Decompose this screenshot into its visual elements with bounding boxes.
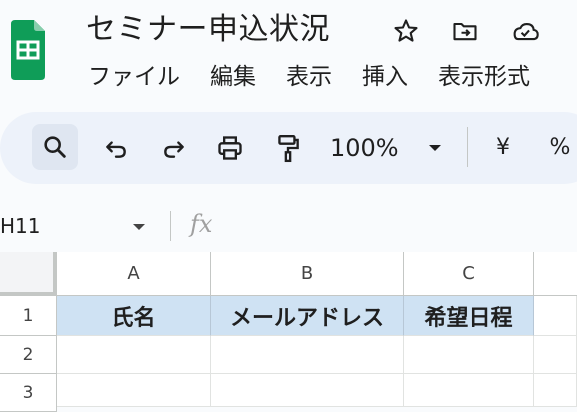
cell-d3[interactable]: [534, 374, 577, 407]
column-header-d[interactable]: [534, 252, 577, 296]
row-header-1[interactable]: 1: [0, 296, 57, 336]
percent-symbol: %: [549, 135, 571, 160]
menu-file[interactable]: ファイル: [88, 60, 180, 94]
fx-icon: fx: [190, 210, 213, 238]
menu-view[interactable]: 表示: [286, 60, 332, 94]
cloud-saved-icon[interactable]: [510, 16, 540, 46]
redo-icon: [164, 141, 184, 158]
menu-edit[interactable]: 編集: [210, 60, 256, 94]
row-header-2[interactable]: 2: [0, 336, 57, 374]
search-icon: [44, 136, 66, 158]
cell-b3[interactable]: [211, 374, 404, 407]
cell-b2[interactable]: [211, 336, 404, 374]
formula-bar-divider: [170, 211, 171, 241]
redo-button[interactable]: [158, 129, 190, 167]
menu-format[interactable]: 表示形式: [438, 60, 530, 94]
paint-format-button[interactable]: [272, 129, 304, 167]
cell-a1[interactable]: 氏名: [57, 296, 211, 336]
cell-c3[interactable]: [404, 374, 534, 407]
cell-reference: H11: [0, 214, 41, 238]
zoom-dropdown-button[interactable]: [422, 129, 448, 167]
move-to-folder-icon[interactable]: [450, 16, 480, 46]
cell-d1[interactable]: [534, 296, 577, 336]
toolbar-divider: [467, 127, 468, 167]
format-percent-button[interactable]: %: [545, 129, 575, 167]
cell-d2[interactable]: [534, 336, 577, 374]
zoom-select[interactable]: 100%: [330, 129, 406, 167]
row-header-3[interactable]: 3: [0, 374, 57, 412]
search-menus-button[interactable]: [32, 124, 78, 170]
name-box-dropdown-icon[interactable]: [130, 218, 148, 237]
zoom-value: 100%: [330, 134, 399, 162]
select-all-corner[interactable]: [0, 252, 57, 296]
undo-button[interactable]: [100, 129, 132, 167]
cell-a2[interactable]: [57, 336, 211, 374]
column-header-b[interactable]: B: [211, 252, 404, 296]
cell-b1[interactable]: メールアドレス: [211, 296, 404, 336]
menu-insert[interactable]: 挿入: [362, 60, 408, 94]
undo-icon: [106, 141, 126, 158]
star-icon[interactable]: [391, 16, 421, 46]
currency-symbol: ¥: [496, 135, 510, 160]
paint-format-icon: [278, 135, 299, 163]
column-header-a[interactable]: A: [57, 252, 211, 296]
cell-a3[interactable]: [57, 374, 211, 407]
caret-down-icon: [429, 145, 441, 151]
menu-bar: ファイル 編集 表示 挿入 表示形式: [88, 60, 560, 94]
column-header-c[interactable]: C: [404, 252, 534, 296]
format-currency-button[interactable]: ¥: [488, 129, 518, 167]
google-sheets-logo-icon[interactable]: [11, 20, 45, 80]
document-title[interactable]: セミナー申込状況: [86, 10, 330, 50]
cell-c2[interactable]: [404, 336, 534, 374]
cell-c1[interactable]: 希望日程: [404, 296, 534, 336]
print-icon: [218, 136, 242, 160]
print-button[interactable]: [213, 129, 247, 167]
